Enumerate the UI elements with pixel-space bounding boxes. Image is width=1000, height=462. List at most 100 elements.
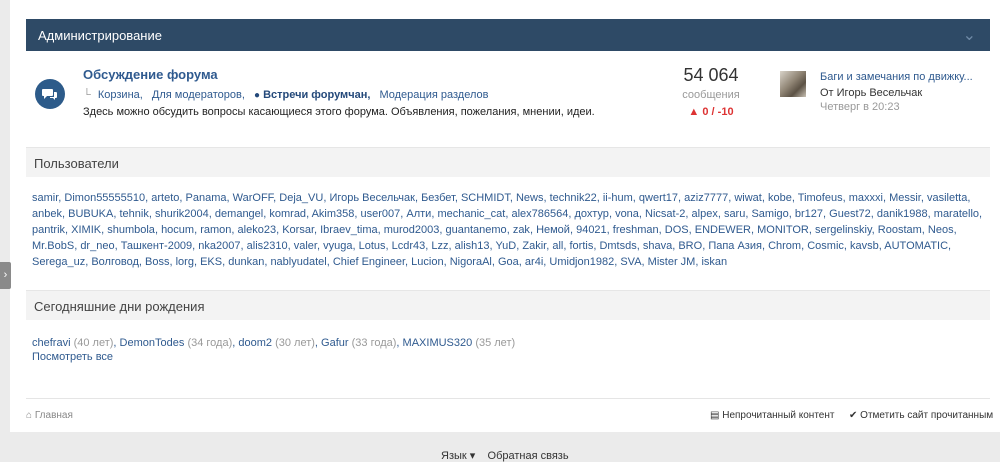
birthday-user-link[interactable]: doom2 <box>238 337 272 349</box>
user-link[interactable]: MONITOR <box>757 224 809 236</box>
view-all-birthdays-link[interactable]: Посмотреть все <box>32 350 515 364</box>
user-link[interactable]: nka2007 <box>198 240 240 252</box>
user-link[interactable]: Messir <box>889 192 921 204</box>
user-link[interactable]: vyuga <box>323 240 352 252</box>
user-link[interactable]: danik1988 <box>877 208 928 220</box>
user-link[interactable]: arteto <box>151 192 179 204</box>
user-link[interactable]: lorg <box>176 256 194 268</box>
user-link[interactable]: mechanic_cat <box>437 208 505 220</box>
user-link[interactable]: SVA <box>620 256 641 268</box>
category-title[interactable]: Администрирование <box>38 28 162 43</box>
user-link[interactable]: kobe <box>768 192 792 204</box>
user-link[interactable]: Волговод <box>91 256 139 268</box>
user-link[interactable]: alis2310 <box>247 240 288 252</box>
subforum-link[interactable]: Встречи форумчан, <box>263 89 370 101</box>
home-link[interactable]: ⌂ Главная <box>26 410 73 421</box>
user-link[interactable]: Mister JM <box>648 256 696 268</box>
user-link[interactable]: valer <box>294 240 317 252</box>
user-link[interactable]: YuD <box>495 240 516 252</box>
user-link[interactable]: Lcdr43 <box>392 240 426 252</box>
user-link[interactable]: Lucion <box>411 256 443 268</box>
user-link[interactable]: alpex <box>692 208 718 220</box>
user-link[interactable]: XIMIK <box>71 224 101 236</box>
user-link[interactable]: user007 <box>361 208 401 220</box>
user-link[interactable]: kavsb <box>850 240 879 252</box>
user-link[interactable]: Nicsat-2 <box>645 208 685 220</box>
user-link[interactable]: maratello <box>934 208 979 220</box>
user-link[interactable]: Akim358 <box>312 208 355 220</box>
birthday-user-link[interactable]: DemonTodes <box>120 337 185 349</box>
user-link[interactable]: Mr.BobS <box>32 240 74 252</box>
user-link[interactable]: Roostam <box>878 224 922 236</box>
user-link[interactable]: Serega_uz <box>32 256 85 268</box>
user-link[interactable]: BUBUKA <box>68 208 113 220</box>
user-link[interactable]: sergelinskiy <box>815 224 872 236</box>
birthday-user-link[interactable]: Gafur <box>321 337 349 349</box>
user-link[interactable]: maxxxi <box>849 192 883 204</box>
sidebar-toggle-button[interactable]: › <box>0 262 11 289</box>
user-link[interactable]: Ташкент-2009 <box>121 240 192 252</box>
user-link[interactable]: Korsar <box>282 224 314 236</box>
user-link[interactable]: Lotus <box>359 240 386 252</box>
user-link[interactable]: aleko23 <box>238 224 277 236</box>
user-link[interactable]: dr_neo <box>80 240 114 252</box>
user-link[interactable]: ar4i <box>525 256 543 268</box>
user-link[interactable]: saru <box>724 208 745 220</box>
user-link[interactable]: Cosmic <box>807 240 844 252</box>
birthday-user-link[interactable]: MAXIMUS320 <box>403 337 473 349</box>
user-link[interactable]: vona <box>615 208 639 220</box>
user-link[interactable]: Boss <box>145 256 169 268</box>
feedback-link[interactable]: Обратная связь <box>488 450 569 462</box>
birthday-user-link[interactable]: chefravi <box>32 337 71 349</box>
user-link[interactable]: aziz7777 <box>684 192 728 204</box>
user-link[interactable]: Timofeus <box>798 192 843 204</box>
user-link[interactable]: komrad <box>269 208 306 220</box>
user-link[interactable]: WarOFF <box>233 192 274 204</box>
user-link[interactable]: br127 <box>795 208 823 220</box>
user-link[interactable]: Neos <box>928 224 954 236</box>
user-link[interactable]: Guest72 <box>829 208 871 220</box>
user-link[interactable]: hocum <box>161 224 194 236</box>
user-link[interactable]: AUTOMATIC <box>884 240 948 252</box>
user-link[interactable]: Chrom <box>768 240 801 252</box>
user-link[interactable]: tehnik <box>119 208 148 220</box>
user-link[interactable]: Umidjon1982 <box>549 256 614 268</box>
user-link[interactable]: anbek <box>32 208 62 220</box>
user-link[interactable]: SCHMIDT <box>461 192 510 204</box>
last-post-title-link[interactable]: Баги и замечания по движку... <box>820 71 973 83</box>
user-link[interactable]: Samigo <box>751 208 788 220</box>
user-link[interactable]: technik22 <box>550 192 597 204</box>
user-link[interactable]: Lzz <box>431 240 448 252</box>
user-link[interactable]: shava <box>643 240 672 252</box>
user-link[interactable]: Dmtsds <box>599 240 636 252</box>
user-link[interactable]: Deja_VU <box>279 192 323 204</box>
avatar[interactable] <box>780 71 806 97</box>
user-link[interactable]: Dimon55555510 <box>64 192 145 204</box>
user-link[interactable]: nablyudatel <box>270 256 326 268</box>
user-link[interactable]: alex786564 <box>511 208 568 220</box>
chat-bubbles-icon[interactable] <box>35 79 65 109</box>
user-link[interactable]: freshman <box>613 224 659 236</box>
forum-title-link[interactable]: Обсуждение форума <box>83 67 218 82</box>
user-link[interactable]: wiwat <box>734 192 762 204</box>
language-selector[interactable]: Язык ▾ <box>441 450 475 462</box>
user-link[interactable]: Zakir <box>522 240 546 252</box>
subforum-link[interactable]: Корзина, <box>98 89 143 101</box>
mark-site-read-link[interactable]: ✔ Отметить сайт прочитанным <box>849 410 993 421</box>
user-link[interactable]: iskan <box>701 256 727 268</box>
unread-content-link[interactable]: ▤ Непрочитанный контент <box>710 410 834 421</box>
user-link[interactable]: qwert17 <box>639 192 678 204</box>
user-link[interactable]: Panama <box>186 192 227 204</box>
user-link[interactable]: ENDEWER <box>695 224 751 236</box>
user-link[interactable]: Игорь Весельчак <box>329 192 414 204</box>
user-link[interactable]: guantanemo <box>446 224 507 236</box>
user-link[interactable]: Ibraev_tima <box>320 224 377 236</box>
user-link[interactable]: Goa <box>498 256 519 268</box>
user-link[interactable]: demangel <box>215 208 263 220</box>
last-post-author[interactable]: От Игорь Весельчак <box>820 87 922 99</box>
user-link[interactable]: дохтур <box>574 208 608 220</box>
user-link[interactable]: all <box>552 240 563 252</box>
user-link[interactable]: alish13 <box>455 240 490 252</box>
user-link[interactable]: Папа Азия <box>708 240 762 252</box>
user-link[interactable]: pantrik <box>32 224 65 236</box>
